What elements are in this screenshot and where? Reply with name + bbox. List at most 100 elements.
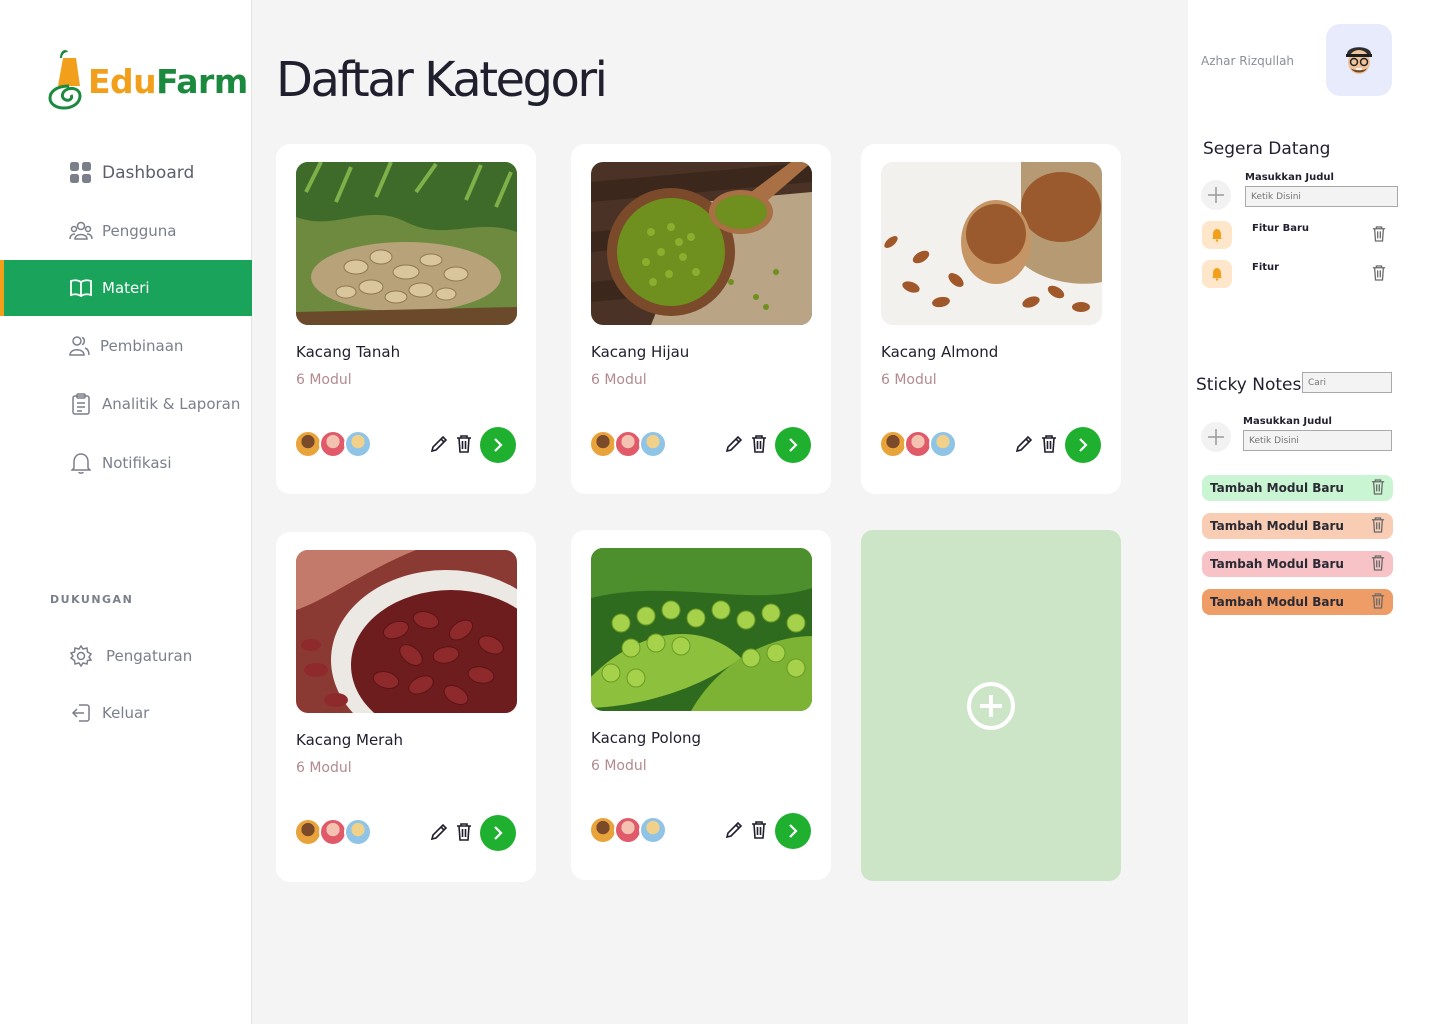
note-label: Tambah Modul Baru — [1210, 481, 1344, 495]
avatar — [589, 816, 617, 844]
feature-item: Fitur Baru — [1252, 223, 1309, 234]
category-name: Kacang Merah — [296, 731, 404, 749]
green-pea-photo — [591, 548, 812, 711]
edit-icon[interactable] — [428, 432, 450, 456]
sidebar-item-label: Keluar — [102, 704, 150, 722]
sticky-note[interactable]: Tambah Modul Baru — [1202, 513, 1393, 539]
trash-icon[interactable] — [453, 432, 475, 456]
note-label: Tambah Modul Baru — [1210, 519, 1344, 533]
sidebar-item-label: Dashboard — [102, 163, 195, 183]
trash-icon[interactable] — [1371, 554, 1385, 575]
coming-soon-title: Segera Datang — [1203, 139, 1331, 159]
sticky-note[interactable]: Tambah Modul Baru — [1202, 475, 1393, 501]
avatar — [614, 816, 642, 844]
category-card[interactable]: Kacang Almond 6 Modul — [861, 144, 1121, 494]
sidebar-item-label: Pengguna — [102, 222, 177, 240]
sidebar-item-analitik[interactable]: Analitik & Laporan — [0, 376, 252, 432]
trash-icon[interactable] — [453, 820, 475, 844]
trash-icon[interactable] — [1371, 592, 1385, 613]
sidebar-item-pengguna[interactable]: Pengguna — [0, 203, 252, 259]
mung-bean-photo — [591, 162, 812, 325]
plus-circle-icon — [967, 681, 1015, 730]
category-card[interactable]: Kacang Tanah 6 Modul — [276, 144, 536, 494]
right-panel: Azhar Rizqullah Segera Datang Masukkan J… — [1188, 0, 1440, 1024]
sidebar-item-label: Analitik & Laporan — [102, 395, 241, 413]
edit-icon[interactable] — [1013, 432, 1035, 456]
clipboard-icon — [68, 391, 94, 417]
avatar — [294, 430, 322, 458]
avatar — [879, 430, 907, 458]
add-note-button[interactable] — [1201, 422, 1231, 452]
avatar — [319, 818, 347, 846]
sidebar-item-label: Pengaturan — [106, 647, 193, 665]
trash-icon[interactable] — [1371, 478, 1385, 499]
plus-icon — [1208, 187, 1224, 203]
chevron-right-icon — [494, 438, 503, 452]
avatar — [639, 430, 667, 458]
sidebar-item-pengaturan[interactable]: Pengaturan — [0, 628, 252, 684]
open-category-button[interactable] — [775, 427, 811, 463]
note-title-input[interactable] — [1243, 430, 1392, 451]
module-count: 6 Modul — [591, 758, 647, 774]
sticky-notes-title: Sticky Notes — [1196, 375, 1302, 395]
trash-icon[interactable] — [1370, 263, 1388, 283]
category-card[interactable]: Kacang Hijau 6 Modul — [571, 144, 831, 494]
sticky-search-input[interactable] — [1302, 372, 1392, 393]
trash-icon[interactable] — [748, 432, 770, 456]
category-name: Kacang Polong — [591, 729, 702, 747]
category-name: Kacang Hijau — [591, 343, 690, 361]
member-avatars — [589, 430, 667, 458]
member-avatars — [589, 816, 667, 844]
add-feature-button[interactable] — [1201, 180, 1231, 210]
sidebar-item-label: Materi — [102, 279, 150, 297]
input-label: Masukkan Judul — [1245, 172, 1334, 183]
edit-icon[interactable] — [428, 820, 450, 844]
sidebar-item-keluar[interactable]: Keluar — [0, 685, 252, 741]
sidebar-item-label: Notifikasi — [102, 454, 172, 472]
avatar — [614, 430, 642, 458]
avatar[interactable] — [1326, 24, 1392, 96]
feature-item: Fitur — [1252, 262, 1280, 273]
dashboard-grid-icon — [68, 160, 94, 186]
trash-icon[interactable] — [1370, 224, 1388, 244]
category-card[interactable]: Kacang Polong 6 Modul — [571, 530, 831, 880]
sidebar-item-pembinaan[interactable]: Pembinaan — [0, 318, 252, 374]
bell-icon — [68, 450, 94, 476]
open-category-button[interactable] — [480, 815, 516, 851]
open-category-button[interactable] — [1065, 427, 1101, 463]
users-icon — [68, 218, 94, 244]
almond-photo — [881, 162, 1102, 325]
sidebar-item-materi[interactable]: Materi — [0, 260, 252, 316]
category-card[interactable]: Kacang Merah 6 Modul — [276, 532, 536, 882]
edufarm-logo[interactable]: EduFarm — [46, 46, 248, 110]
edit-icon[interactable] — [723, 432, 745, 456]
sidebar: EduFarm Dashboard Pengguna Materi Pembin… — [0, 0, 252, 1024]
module-count: 6 Modul — [591, 372, 647, 388]
avatar — [344, 430, 372, 458]
add-category-card[interactable] — [861, 530, 1121, 881]
sidebar-item-label: Pembinaan — [100, 337, 184, 355]
module-count: 6 Modul — [881, 372, 937, 388]
input-label: Masukkan Judul — [1243, 416, 1332, 427]
category-name: Kacang Almond — [881, 343, 999, 361]
note-label: Tambah Modul Baru — [1210, 595, 1344, 609]
feature-title-input[interactable] — [1245, 186, 1398, 207]
chevron-right-icon — [1079, 438, 1088, 452]
member-avatars — [294, 818, 372, 846]
open-category-button[interactable] — [775, 813, 811, 849]
sidebar-item-dashboard[interactable]: Dashboard — [0, 145, 252, 201]
chevron-right-icon — [494, 826, 503, 840]
bell-icon — [1202, 221, 1232, 249]
sticky-note[interactable]: Tambah Modul Baru — [1202, 589, 1393, 615]
trash-icon[interactable] — [1038, 432, 1060, 456]
trash-icon[interactable] — [748, 818, 770, 842]
gear-icon — [68, 643, 94, 669]
open-category-button[interactable] — [480, 427, 516, 463]
sticky-note[interactable]: Tambah Modul Baru — [1202, 551, 1393, 577]
edit-icon[interactable] — [723, 818, 745, 842]
sidebar-item-notifikasi[interactable]: Notifikasi — [0, 435, 252, 491]
logout-icon — [68, 700, 94, 726]
avatar — [904, 430, 932, 458]
module-count: 6 Modul — [296, 760, 352, 776]
trash-icon[interactable] — [1371, 516, 1385, 537]
